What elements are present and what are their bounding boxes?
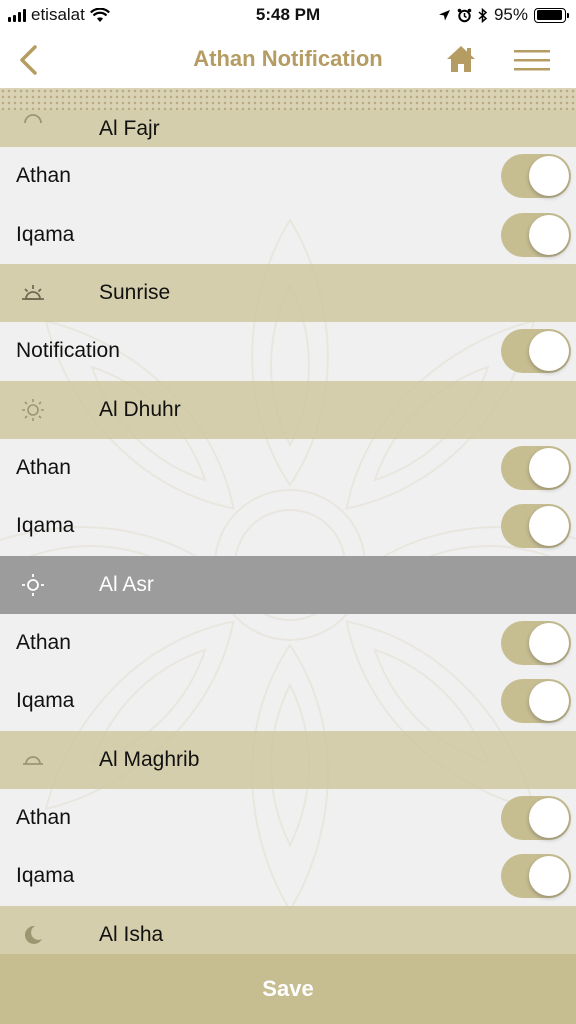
toggle-knob <box>529 506 569 547</box>
toggle-switch[interactable] <box>501 212 571 257</box>
toggle-switch[interactable] <box>501 679 571 724</box>
section-title: Al Asr <box>99 572 154 596</box>
toggle-switch[interactable] <box>501 504 571 549</box>
section-header: Al Fajr <box>0 110 576 147</box>
setting-label: Iqama <box>16 514 75 538</box>
setting-label: Iqama <box>16 864 75 888</box>
home-icon[interactable] <box>445 44 477 74</box>
setting-label: Iqama <box>16 689 75 713</box>
setting-label: Iqama <box>16 222 75 246</box>
section-title: Al Dhuhr <box>99 397 181 421</box>
sunrise-icon <box>22 285 44 300</box>
toggle-switch[interactable] <box>501 445 571 490</box>
toggle-knob <box>529 156 569 197</box>
setting-row: Iqama <box>0 497 576 556</box>
page-title: Athan Notification <box>193 46 383 71</box>
crescent-moon-icon <box>24 925 42 944</box>
setting-row: Notification <box>0 322 576 381</box>
setting-row: Iqama <box>0 847 576 906</box>
setting-label: Athan <box>16 455 71 479</box>
save-button[interactable]: Save <box>0 954 576 1024</box>
alarm-icon <box>457 8 472 22</box>
section-header: Al Asr <box>0 555 576 614</box>
setting-row: Iqama <box>0 205 576 264</box>
setting-row: Athan <box>0 147 576 206</box>
toggle-switch[interactable] <box>501 329 571 374</box>
dawn-icon <box>24 114 42 124</box>
sun-icon <box>22 398 44 421</box>
toggle-switch[interactable] <box>501 854 571 899</box>
section-header: Al Maghrib <box>0 730 576 789</box>
toggle-switch[interactable] <box>501 154 571 199</box>
status-bar: etisalat 5:48 PM 95% <box>0 0 576 30</box>
save-button-label: Save <box>262 976 314 1001</box>
setting-row: Athan <box>0 438 576 497</box>
decorative-pattern-strip <box>0 88 576 110</box>
sun-small-icon <box>22 573 44 596</box>
section-title: Sunrise <box>99 281 171 304</box>
toggle-knob <box>529 797 569 838</box>
toggle-switch[interactable] <box>501 795 571 840</box>
setting-row: Athan <box>0 788 576 847</box>
location-arrow-icon <box>438 9 450 20</box>
battery-icon <box>534 7 569 23</box>
setting-row: Athan <box>0 613 576 672</box>
setting-label: Notification <box>16 339 120 363</box>
setting-label: Athan <box>16 805 71 829</box>
toggle-knob <box>529 856 569 897</box>
toggle-switch[interactable] <box>501 620 571 665</box>
toggle-knob <box>529 447 569 488</box>
toggle-knob <box>529 681 569 722</box>
bluetooth-icon <box>478 7 488 23</box>
battery-percent: 95% <box>493 5 528 24</box>
hamburger-menu-icon[interactable] <box>514 48 550 72</box>
sunset-icon <box>23 755 43 765</box>
toggle-knob <box>529 622 569 663</box>
toggle-knob <box>529 214 569 255</box>
section-header: Al Dhuhr <box>0 380 576 439</box>
section-title: Al Isha <box>99 922 164 946</box>
section-title: Al Maghrib <box>99 747 200 771</box>
toggle-knob <box>529 331 569 372</box>
setting-label: Athan <box>16 164 71 188</box>
prayer-settings-list[interactable]: Al Fajr Athan Iqama Sunrise Notification Al D… <box>0 110 576 954</box>
section-title: Al Fajr <box>99 116 160 140</box>
status-right: 95% <box>438 5 569 25</box>
battery-level <box>536 10 563 20</box>
setting-label: Athan <box>16 630 71 654</box>
setting-row: Iqama <box>0 672 576 731</box>
section-header: Sunrise <box>0 264 576 322</box>
section-header: Al Isha <box>0 905 576 954</box>
prayer-sections: Al Fajr Athan Iqama Sunrise Notification Al D… <box>0 110 576 954</box>
navigation-bar: Athan Notification <box>0 30 576 88</box>
